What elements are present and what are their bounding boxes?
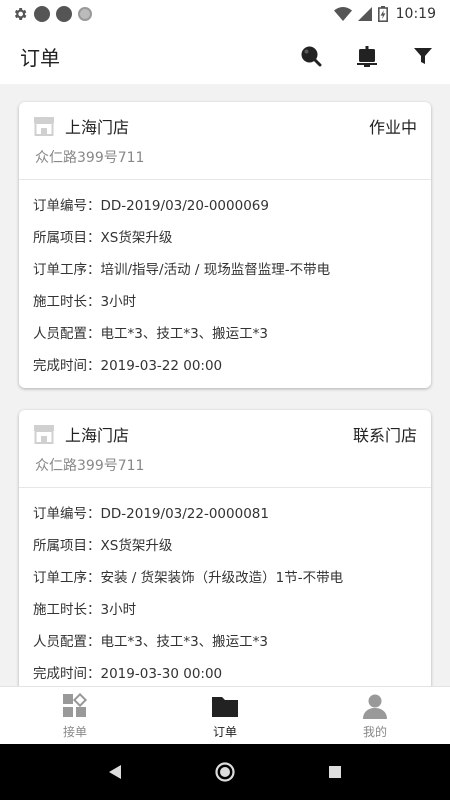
bottom-tab-bar: 接单 订单 我的 — [0, 686, 450, 744]
status-left — [12, 6, 92, 22]
folder-icon — [212, 696, 238, 717]
tab-label: 订单 — [212, 724, 237, 739]
order-card[interactable]: 上海门店 联系门店 众仁路399号711 订单编号：DD-2019/03/22-… — [19, 410, 431, 686]
recents-square-icon — [329, 766, 341, 778]
home-circle-icon — [215, 762, 235, 782]
order-staffing: 人员配置：电工*3、技工*3、搬运工*3 — [33, 326, 269, 342]
status-right: 10:19 — [333, 6, 436, 22]
scan-icon — [357, 46, 377, 67]
wifi-icon — [333, 7, 352, 21]
tab-take-orders[interactable]: 接单 — [0, 687, 150, 744]
app-bar: 订单 — [0, 28, 450, 84]
home-button[interactable] — [207, 754, 243, 790]
notification-dot-icon — [56, 6, 72, 22]
store-icon — [34, 425, 54, 444]
order-project: 所属项目：XS货架升级 — [33, 230, 173, 246]
back-triangle-icon — [109, 765, 121, 779]
app-actions — [298, 43, 436, 69]
person-icon — [363, 694, 387, 719]
store-name: 上海门店 — [65, 426, 130, 445]
page-title: 订单 — [20, 45, 60, 70]
order-card-header: 上海门店 作业中 众仁路399号711 — [19, 102, 431, 180]
order-process: 订单工序：安装 / 货架装饰（升级改造）1节-不带电 — [33, 570, 344, 586]
order-list[interactable]: 上海门店 作业中 众仁路399号711 订单编号：DD-2019/03/20-0… — [0, 84, 450, 686]
order-staffing: 人员配置：电工*3、技工*3、搬运工*3 — [33, 634, 269, 650]
order-project: 所属项目：XS货架升级 — [33, 538, 173, 554]
order-completion-time: 完成时间：2019-03-30 00:00 — [33, 666, 223, 682]
store-address: 众仁路399号711 — [35, 458, 145, 474]
store-address: 众仁路399号711 — [35, 150, 145, 166]
store-row: 上海门店 联系门店 — [33, 422, 417, 446]
store-row: 上海门店 作业中 — [33, 114, 417, 138]
search-icon — [301, 46, 322, 67]
recents-button[interactable] — [317, 754, 353, 790]
order-duration: 施工时长：3小时 — [33, 602, 137, 618]
store-icon — [34, 117, 54, 136]
order-card-body: 订单编号：DD-2019/03/20-0000069 所属项目：XS货架升级 订… — [19, 180, 431, 388]
scan-button[interactable] — [354, 43, 380, 69]
status-bar: 10:19 — [0, 0, 450, 28]
notification-dot-icon — [34, 6, 50, 22]
back-button[interactable] — [97, 754, 133, 790]
clock-time: 10:19 — [395, 6, 436, 22]
order-number: 订单编号：DD-2019/03/20-0000069 — [33, 198, 269, 214]
filter-icon — [414, 48, 432, 64]
tab-icon-wrap — [211, 692, 239, 720]
battery-icon — [377, 6, 388, 22]
order-duration: 施工时长：3小时 — [33, 294, 137, 310]
order-completion-time: 完成时间：2019-03-22 00:00 — [33, 358, 223, 374]
filter-button[interactable] — [410, 43, 436, 69]
cell-signal-icon — [357, 7, 372, 21]
notification-dot-light-icon — [78, 7, 92, 21]
order-card[interactable]: 上海门店 作业中 众仁路399号711 订单编号：DD-2019/03/20-0… — [19, 102, 431, 388]
store-name: 上海门店 — [65, 118, 130, 137]
order-card-header: 上海门店 联系门店 众仁路399号711 — [19, 410, 431, 488]
order-card-body: 订单编号：DD-2019/03/22-0000081 所属项目：XS货架升级 订… — [19, 488, 431, 686]
tab-icon-wrap — [361, 692, 389, 720]
search-button[interactable] — [298, 43, 324, 69]
order-number: 订单编号：DD-2019/03/22-0000081 — [33, 506, 269, 522]
order-process: 订单工序：培训/指导/活动 / 现场监督监理-不带电 — [33, 262, 331, 278]
order-status: 联系门店 — [352, 426, 417, 445]
tab-label: 我的 — [362, 724, 387, 739]
tab-icon-wrap — [61, 692, 89, 720]
order-status: 作业中 — [368, 118, 417, 137]
tab-label: 接单 — [62, 724, 87, 739]
tab-orders[interactable]: 订单 — [150, 687, 300, 744]
settings-gear-icon — [14, 8, 27, 20]
tab-profile[interactable]: 我的 — [300, 687, 450, 744]
grid-apps-icon — [63, 692, 88, 717]
system-navigation-bar — [0, 744, 450, 800]
